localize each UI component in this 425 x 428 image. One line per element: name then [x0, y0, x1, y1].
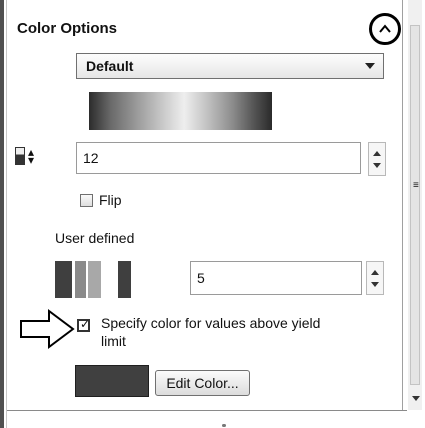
spinner-down-icon	[373, 163, 381, 168]
color-map-value: Default	[86, 58, 134, 74]
swatch-5[interactable]	[136, 261, 186, 298]
number-of-colors-icon	[15, 147, 25, 165]
pointer-arrow-icon	[20, 309, 75, 349]
yield-color-label-line1: Specify color for values above yield	[101, 315, 321, 331]
scrollbar-thumb[interactable]	[410, 25, 420, 385]
flip-label: Flip	[99, 192, 122, 208]
swatch-2[interactable]	[75, 261, 86, 298]
chevron-up-icon	[379, 24, 391, 33]
spinner-down-icon	[371, 282, 379, 287]
color-map-select[interactable]: Default	[76, 53, 384, 79]
resize-grip-icon	[222, 424, 226, 427]
flip-checkbox[interactable]	[80, 194, 93, 207]
edit-color-button[interactable]: Edit Color...	[155, 370, 250, 396]
yield-color-preview	[75, 365, 149, 397]
user-defined-count-input[interactable]: 5	[190, 261, 362, 295]
number-of-colors-spinner[interactable]	[368, 142, 386, 176]
window-left-border	[0, 0, 4, 428]
user-defined-label: User defined	[55, 230, 135, 246]
checkmark-icon: ✓	[80, 317, 91, 331]
dropdown-arrow-icon	[365, 63, 375, 69]
panel-bottom-divider	[7, 410, 407, 411]
yield-color-label-line2: limit	[101, 333, 126, 349]
swatch-4[interactable]	[118, 261, 131, 298]
user-defined-count-spinner[interactable]	[366, 261, 384, 295]
swatch-3[interactable]	[88, 261, 101, 298]
scroll-down-icon[interactable]	[412, 396, 420, 401]
color-gradient-preview	[89, 92, 272, 130]
spinner-up-icon	[371, 270, 379, 275]
swatch-1[interactable]	[55, 261, 72, 298]
scroll-grip-icon: ≡	[413, 180, 419, 191]
collapse-button[interactable]	[369, 13, 401, 45]
spinner-up-icon	[373, 151, 381, 156]
section-title: Color Options	[17, 20, 117, 37]
yield-color-checkbox[interactable]: ✓	[77, 317, 91, 332]
number-of-colors-input[interactable]: 12	[76, 142, 361, 174]
updown-icon: ▴ ▾	[28, 145, 35, 167]
yield-color-label: Specify color for values above yield lim…	[101, 314, 320, 350]
